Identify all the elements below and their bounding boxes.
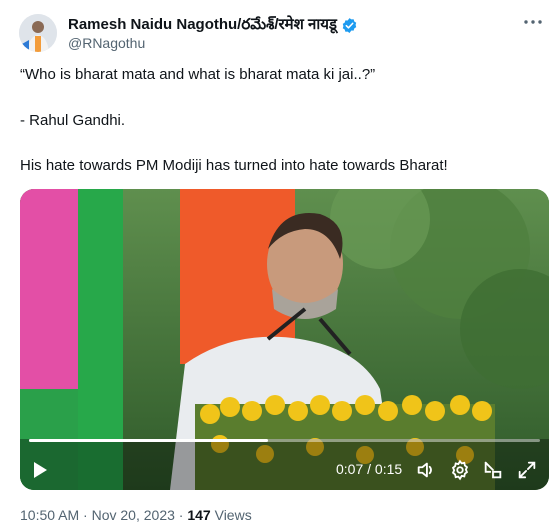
verified-badge-icon (341, 17, 358, 34)
author-name-row[interactable]: Ramesh Naidu Nagothu/రమేశ్/रमेश नायडू (68, 15, 358, 35)
fullscreen-icon[interactable] (516, 459, 538, 481)
views-label: Views (214, 507, 252, 523)
video-time-display: 0:07 / 0:15 (336, 461, 403, 477)
avatar-image (19, 14, 57, 52)
tweet-metadata: 10:50 AM · Nov 20, 2023 · 147 Views (20, 507, 252, 523)
video-player[interactable]: 0:07 / 0:15 (20, 189, 549, 490)
tweet-card: Ramesh Naidu Nagothu/రమేశ్/रमेश नायडू @R… (0, 0, 556, 523)
tweet-time[interactable]: 10:50 AM (20, 507, 79, 523)
video-frame (20, 189, 549, 490)
play-icon[interactable] (34, 462, 47, 478)
video-controls: 0:07 / 0:15 (20, 457, 549, 483)
volume-icon[interactable] (415, 459, 437, 481)
tweet-text-line: - Rahul Gandhi. (20, 112, 126, 129)
tweet-date[interactable]: Nov 20, 2023 (92, 507, 175, 523)
video-progress-fill (29, 439, 268, 442)
author-handle[interactable]: @RNagothu (68, 35, 145, 51)
more-options-icon[interactable] (521, 12, 545, 32)
views-count: 147 (187, 507, 211, 523)
video-progress-bar[interactable] (29, 439, 540, 442)
author-avatar[interactable] (19, 14, 57, 52)
settings-gear-icon[interactable] (449, 459, 471, 481)
meta-separator: · (178, 507, 184, 523)
picture-in-picture-icon[interactable] (482, 459, 504, 481)
tweet-text-line: “Who is bharat mata and what is bharat m… (20, 66, 376, 83)
author-name[interactable]: Ramesh Naidu Nagothu/రమేశ్/रमेश नायडू (68, 14, 337, 37)
tweet-text-line: His hate towards PM Modiji has turned in… (20, 157, 448, 174)
meta-separator: · (83, 507, 88, 523)
